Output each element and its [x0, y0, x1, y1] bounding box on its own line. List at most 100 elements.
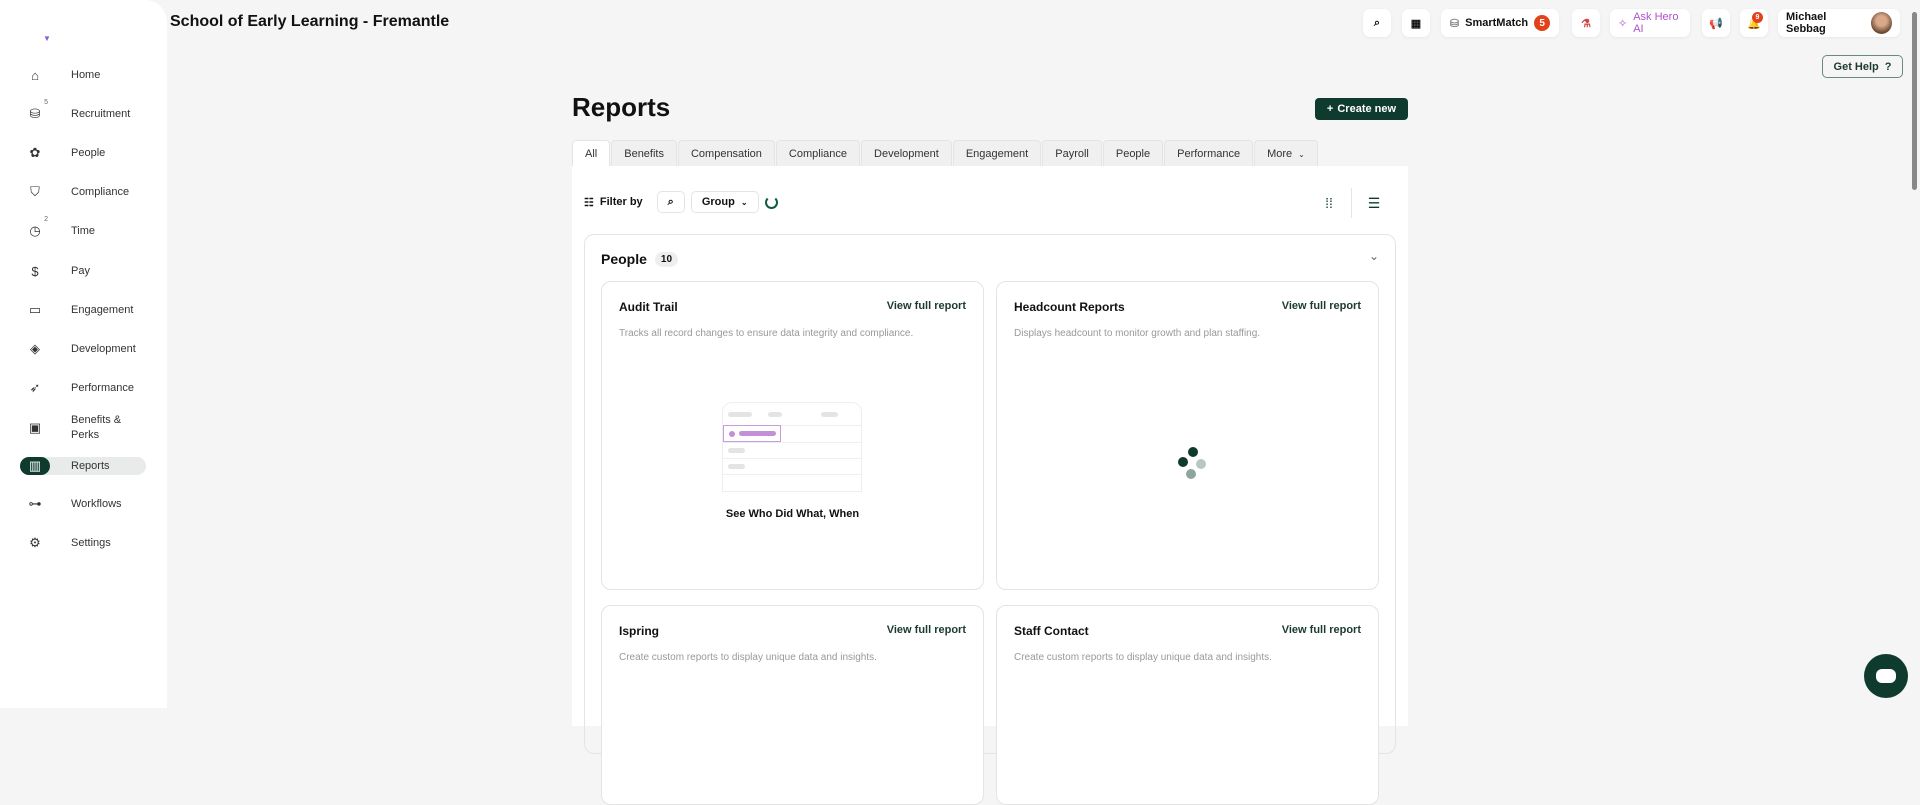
collapse-chevron-icon[interactable]: ⌄	[1369, 249, 1379, 263]
sparkle-icon: ✧	[1618, 17, 1628, 30]
filter-icon: ☷	[584, 196, 594, 209]
building-icon: ▦	[1410, 17, 1422, 30]
sidebar-item-label: Workflows	[71, 498, 122, 510]
report-card[interactable]: Audit Trail View full report Tracks all …	[601, 281, 984, 590]
view-full-report-link[interactable]: View full report	[1282, 624, 1361, 636]
create-new-label: Create new	[1337, 103, 1397, 115]
divider	[723, 442, 861, 443]
page-scrollbar[interactable]	[1912, 12, 1917, 190]
group-label: Group	[701, 196, 735, 208]
announcements-button[interactable]: 📢	[1702, 9, 1730, 37]
gift-icon: ▣	[28, 420, 42, 435]
help-icon: ?	[1884, 60, 1892, 73]
report-card[interactable]: Staff Contact View full report Create cu…	[996, 605, 1379, 805]
create-new-button[interactable]: + Create new	[1315, 98, 1408, 120]
user-menu-button[interactable]: Michael Sebbag	[1778, 9, 1900, 37]
sidebar-item-pay[interactable]: $ Pay	[20, 262, 146, 280]
filter-bar: ☷ Filter by ⌕ Group ⌄	[584, 191, 778, 213]
search-button[interactable]: ⌕	[1363, 9, 1391, 37]
chevron-down-icon: ⌄	[1298, 149, 1305, 159]
tab-development[interactable]: Development	[861, 140, 952, 167]
tab-compliance[interactable]: Compliance	[775, 140, 861, 167]
report-card[interactable]: Ispring View full report Create custom r…	[601, 605, 984, 805]
sidebar-item-label: Engagement	[71, 304, 134, 316]
card-title: Headcount Reports	[1014, 300, 1125, 314]
reports-panel: ☷ Filter by ⌕ Group ⌄ ⁞⁞ ☰ People 10 ⌄ Aud…	[572, 166, 1408, 805]
card-description: Tracks all record changes to ensure data…	[619, 328, 914, 339]
sidebar-item-time[interactable]: ◷ 2 Time	[20, 216, 146, 240]
placeholder-bar	[728, 412, 752, 417]
time-badge: 2	[44, 216, 48, 223]
clock-icon: ◷ 2	[20, 216, 50, 240]
tab-benefits[interactable]: Benefits	[611, 140, 677, 167]
sidebar-item-people[interactable]: ✿ People	[20, 144, 146, 162]
sidebar-item-workflows[interactable]: ⊶ Workflows	[20, 495, 146, 513]
smartmatch-button[interactable]: ⛁ SmartMatch 5	[1441, 9, 1559, 37]
chat-support-button[interactable]	[1864, 654, 1908, 698]
group-dropdown[interactable]: Group ⌄	[690, 191, 759, 213]
chevron-down-icon: ⌄	[740, 197, 748, 207]
sidebar-item-label: Home	[71, 69, 101, 81]
workflow-icon: ⊶	[28, 496, 42, 511]
ask-hero-ai-button[interactable]: ✧ Ask Hero AI	[1610, 9, 1690, 37]
view-toggle: ⁞⁞ ☰	[1307, 188, 1396, 218]
sidebar-item-development[interactable]: ◈ Development	[20, 340, 146, 358]
card-caption: See Who Did What, When	[725, 508, 860, 520]
refresh-icon[interactable]	[764, 195, 778, 209]
people-group: People 10 ⌄ Audit Trail View full report …	[584, 234, 1396, 805]
smartmatch-label: SmartMatch	[1465, 17, 1529, 29]
sidebar-item-label: Reports	[71, 460, 110, 472]
avatar	[1871, 12, 1892, 34]
view-full-report-link[interactable]: View full report	[887, 624, 966, 636]
org-switcher-caret-icon[interactable]: ▼	[43, 34, 51, 43]
briefcase-icon: ⛁ 5	[20, 99, 50, 123]
search-icon: ⌕	[667, 195, 674, 208]
company-button[interactable]: ▦	[1402, 9, 1430, 37]
placeholder-bar	[821, 412, 838, 417]
briefcase-glyph: ⛁	[29, 106, 41, 121]
view-full-report-link[interactable]: View full report	[1282, 300, 1361, 312]
sidebar-item-label: Compliance	[71, 186, 130, 198]
get-help-button[interactable]: Get Help?	[1822, 55, 1903, 78]
organization-title: School of Early Learning - Fremantle	[170, 13, 450, 30]
tab-more[interactable]: More ⌄	[1254, 140, 1318, 167]
chat-bubble-icon	[1876, 669, 1896, 683]
sidebar-item-label: People	[71, 147, 106, 159]
view-full-report-link[interactable]: View full report	[887, 300, 966, 312]
loading-spinner-icon	[1173, 447, 1213, 487]
card-title: Staff Contact	[1014, 624, 1089, 638]
tab-people[interactable]: People	[1102, 140, 1164, 167]
list-view-icon[interactable]: ☰	[1352, 189, 1396, 217]
beta-labs-button[interactable]: ⚗	[1572, 9, 1600, 37]
smartmatch-count-badge: 5	[1534, 15, 1551, 31]
placeholder-bar	[728, 464, 745, 469]
grid-view-icon[interactable]: ⁞⁞	[1307, 189, 1351, 217]
notification-count-badge: 9	[1752, 12, 1763, 23]
sidebar-item-reports[interactable]: ▥ Reports	[20, 457, 146, 475]
tab-engagement[interactable]: Engagement	[952, 140, 1042, 167]
tab-compensation[interactable]: Compensation	[677, 140, 775, 167]
sidebar-item-home[interactable]: ⌂ Home	[20, 66, 146, 84]
plus-icon: +	[1326, 103, 1334, 115]
search-icon: ⌕	[1373, 16, 1381, 29]
sidebar-item-recruitment[interactable]: ⛁ 5 Recruitment	[20, 99, 146, 123]
divider	[723, 474, 861, 475]
sidebar-item-compliance[interactable]: ⛉ Compliance	[20, 183, 146, 201]
sidebar-item-label: Performance	[71, 382, 134, 394]
rocket-icon: ➶	[29, 380, 41, 395]
card-description: Displays headcount to monitor growth and…	[1014, 328, 1261, 339]
sidebar-item-benefits[interactable]: ▣ Benefits & Perks	[20, 412, 146, 444]
report-card[interactable]: Headcount Reports View full report Displ…	[996, 281, 1379, 590]
tab-payroll[interactable]: Payroll	[1042, 140, 1102, 167]
tab-more-label: More	[1267, 148, 1293, 160]
card-title: Audit Trail	[619, 300, 678, 314]
highlighted-row	[723, 425, 781, 442]
sidebar-item-settings[interactable]: ⚙ Settings	[20, 534, 146, 552]
notifications-button[interactable]: 🔔 9	[1740, 9, 1768, 37]
tab-all[interactable]: All	[572, 140, 611, 167]
search-filter-button[interactable]: ⌕	[656, 191, 685, 213]
sidebar-item-performance[interactable]: ➶ Performance	[20, 379, 146, 397]
sidebar-item-label: Development	[71, 343, 136, 355]
tab-performance[interactable]: Performance	[1164, 140, 1254, 167]
sidebar-item-engagement[interactable]: ▭ Engagement	[20, 301, 146, 319]
